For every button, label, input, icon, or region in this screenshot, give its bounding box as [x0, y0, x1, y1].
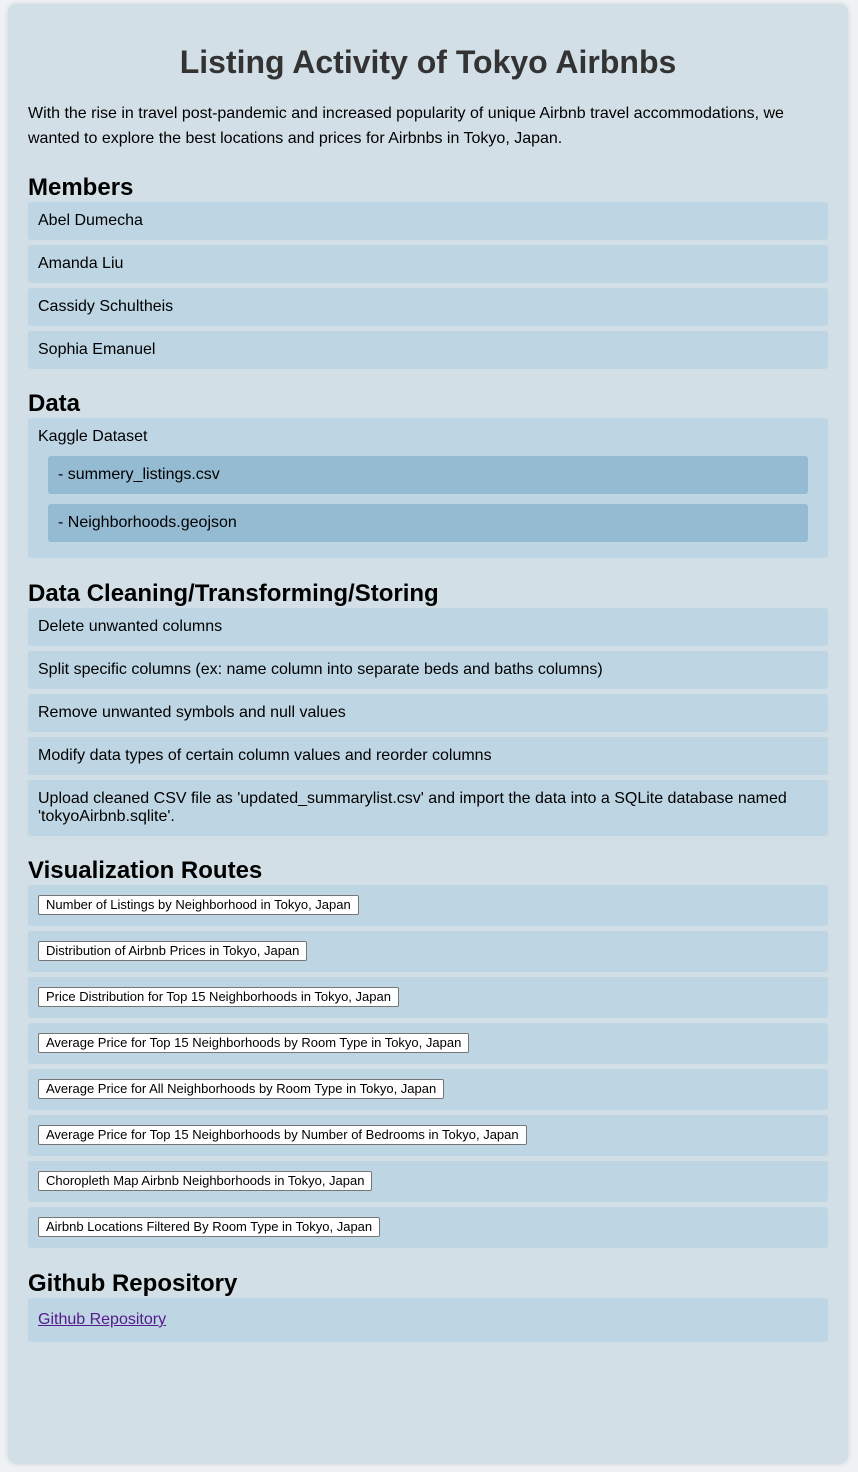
- route-locations-by-room-type-button[interactable]: Airbnb Locations Filtered By Room Type i…: [38, 1217, 381, 1237]
- github-item: Github Repository: [28, 1298, 828, 1342]
- route-item: Choropleth Map Airbnb Neighborhoods in T…: [28, 1161, 828, 1202]
- route-item: Average Price for Top 15 Neighborhoods b…: [28, 1115, 828, 1156]
- route-item: Distribution of Airbnb Prices in Tokyo, …: [28, 931, 828, 972]
- data-heading: Data: [28, 390, 81, 417]
- route-item: Airbnb Locations Filtered By Room Type i…: [28, 1207, 828, 1248]
- route-item: Average Price for All Neighborhoods by R…: [28, 1069, 828, 1110]
- route-top15-price-distribution-button[interactable]: Price Distribution for Top 15 Neighborho…: [38, 987, 399, 1007]
- routes-heading: Visualization Routes: [28, 857, 263, 884]
- cleaning-heading: Data Cleaning/Transforming/Storing: [28, 580, 439, 607]
- cleaning-step: Remove unwanted symbols and null values: [28, 694, 828, 732]
- route-item: Average Price for Top 15 Neighborhoods b…: [28, 1023, 828, 1064]
- member-item: Sophia Emanuel: [28, 331, 828, 369]
- data-source-label: Kaggle Dataset: [38, 428, 148, 445]
- github-repository-link[interactable]: Github Repository: [38, 1311, 166, 1328]
- main-card: Listing Activity of Tokyo Airbnbs With t…: [8, 4, 848, 1464]
- cleaning-step: Upload cleaned CSV file as 'updated_summ…: [28, 780, 828, 836]
- members-heading: Members: [28, 174, 134, 201]
- member-item: Abel Dumecha: [28, 202, 828, 240]
- cleaning-step: Delete unwanted columns: [28, 608, 828, 646]
- data-file-item: - Neighborhoods.geojson: [48, 504, 808, 542]
- data-list: Kaggle Dataset - summery_listings.csv - …: [28, 418, 828, 558]
- member-item: Amanda Liu: [28, 245, 828, 283]
- intro-paragraph: With the rise in travel post-pandemic an…: [28, 105, 784, 147]
- cleaning-step: Split specific columns (ex: name column …: [28, 651, 828, 689]
- route-top15-avg-price-room-type-button[interactable]: Average Price for Top 15 Neighborhoods b…: [38, 1033, 470, 1053]
- route-top15-avg-price-bedrooms-button[interactable]: Average Price for Top 15 Neighborhoods b…: [38, 1125, 527, 1145]
- route-price-distribution-button[interactable]: Distribution of Airbnb Prices in Tokyo, …: [38, 941, 308, 961]
- route-listings-by-neighborhood-button[interactable]: Number of Listings by Neighborhood in To…: [38, 895, 359, 915]
- members-list: Abel Dumecha Amanda Liu Cassidy Schulthe…: [28, 202, 828, 369]
- github-heading: Github Repository: [28, 1270, 238, 1297]
- route-all-avg-price-room-type-button[interactable]: Average Price for All Neighborhoods by R…: [38, 1079, 445, 1099]
- cleaning-list: Delete unwanted columns Split specific c…: [28, 608, 828, 836]
- route-choropleth-map-button[interactable]: Choropleth Map Airbnb Neighborhoods in T…: [38, 1171, 373, 1191]
- cleaning-step: Modify data types of certain column valu…: [28, 737, 828, 775]
- member-item: Cassidy Schultheis: [28, 288, 828, 326]
- routes-list: Number of Listings by Neighborhood in To…: [28, 885, 828, 1248]
- route-item: Price Distribution for Top 15 Neighborho…: [28, 977, 828, 1018]
- data-file-item: - summery_listings.csv: [48, 456, 808, 494]
- route-item: Number of Listings by Neighborhood in To…: [28, 885, 828, 926]
- page-title: Listing Activity of Tokyo Airbnbs: [179, 44, 677, 80]
- data-source-item: Kaggle Dataset - summery_listings.csv - …: [28, 418, 828, 558]
- github-list: Github Repository: [28, 1298, 828, 1342]
